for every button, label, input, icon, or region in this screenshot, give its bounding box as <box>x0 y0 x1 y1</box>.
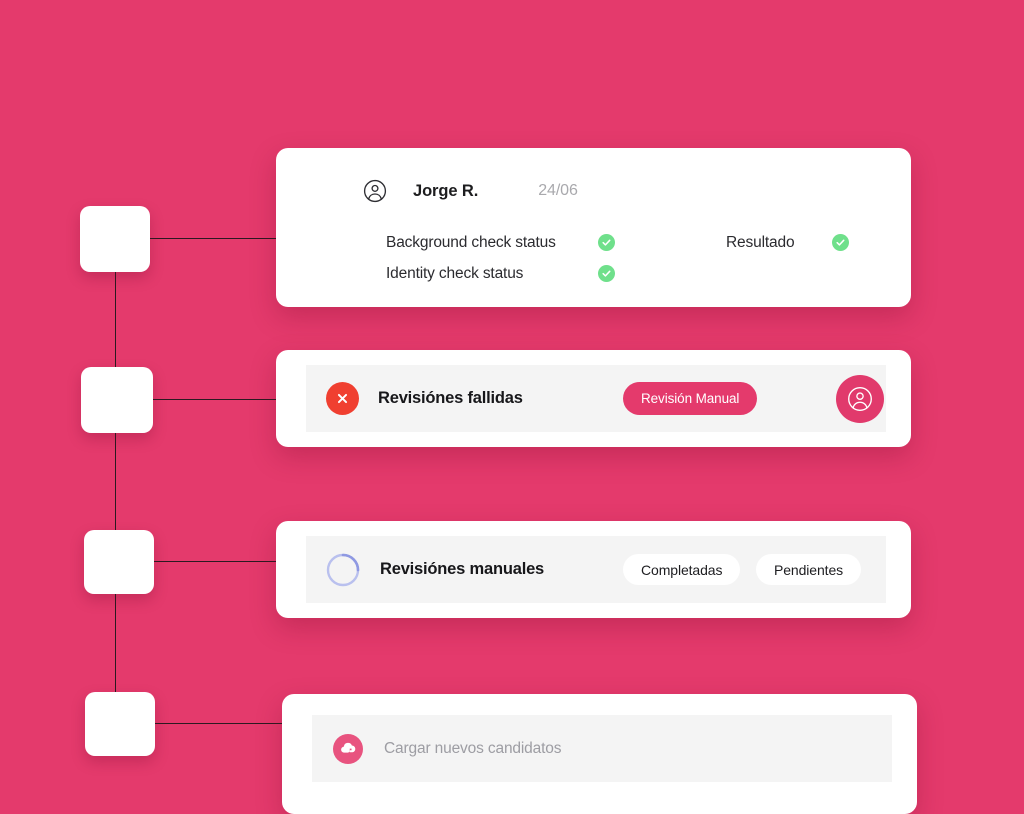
tree-node-4[interactable] <box>85 692 155 756</box>
flow-canvas: Jorge R. 24/06 Background check status I… <box>0 0 1024 814</box>
user-circle-outline-icon <box>363 179 387 203</box>
failed-reviews-card: Revisiónes fallidas Revisión Manual <box>276 350 911 447</box>
candidate-date: 24/06 <box>538 182 578 199</box>
tree-node-3[interactable] <box>84 530 154 594</box>
profile-header: Jorge R. 24/06 <box>276 176 911 206</box>
check-circle-icon <box>598 234 615 251</box>
user-circle-icon[interactable] <box>836 375 884 423</box>
loading-spinner-icon <box>325 552 361 588</box>
check-circle-icon <box>598 265 615 282</box>
completed-filter-button[interactable]: Completadas <box>623 554 741 585</box>
upload-placeholder-text: Cargar nuevos candidatos <box>384 739 562 757</box>
manual-reviews-card: Revisiónes manuales Completadas Pendient… <box>276 521 911 618</box>
candidate-profile-card: Jorge R. 24/06 Background check status I… <box>276 148 911 307</box>
failed-reviews-panel: Revisiónes fallidas Revisión Manual <box>306 365 886 432</box>
manual-review-button[interactable]: Revisión Manual <box>623 382 758 415</box>
result-row: Resultado <box>726 227 849 258</box>
upload-dropzone[interactable]: Cargar nuevos candidatos <box>312 715 892 782</box>
manual-reviews-title: Revisiónes manuales <box>380 560 545 578</box>
check-row: Identity check status <box>386 258 911 289</box>
candidate-name: Jorge R. <box>413 181 479 200</box>
check-circle-icon <box>832 234 849 251</box>
check-label: Identity check status <box>386 264 524 282</box>
tree-node-2[interactable] <box>81 367 153 433</box>
failed-reviews-title: Revisiónes fallidas <box>378 389 523 407</box>
pending-filter-button[interactable]: Pendientes <box>756 554 862 585</box>
check-grid: Background check status Identity check s… <box>276 227 911 289</box>
result-label: Resultado <box>726 233 795 251</box>
manual-reviews-panel: Revisiónes manuales Completadas Pendient… <box>306 536 886 603</box>
cloud-upload-icon <box>333 733 363 764</box>
upload-candidates-card: Cargar nuevos candidatos <box>282 694 917 814</box>
check-label: Background check status <box>386 233 556 251</box>
tree-node-1[interactable] <box>80 206 150 272</box>
x-circle-icon <box>326 382 359 415</box>
